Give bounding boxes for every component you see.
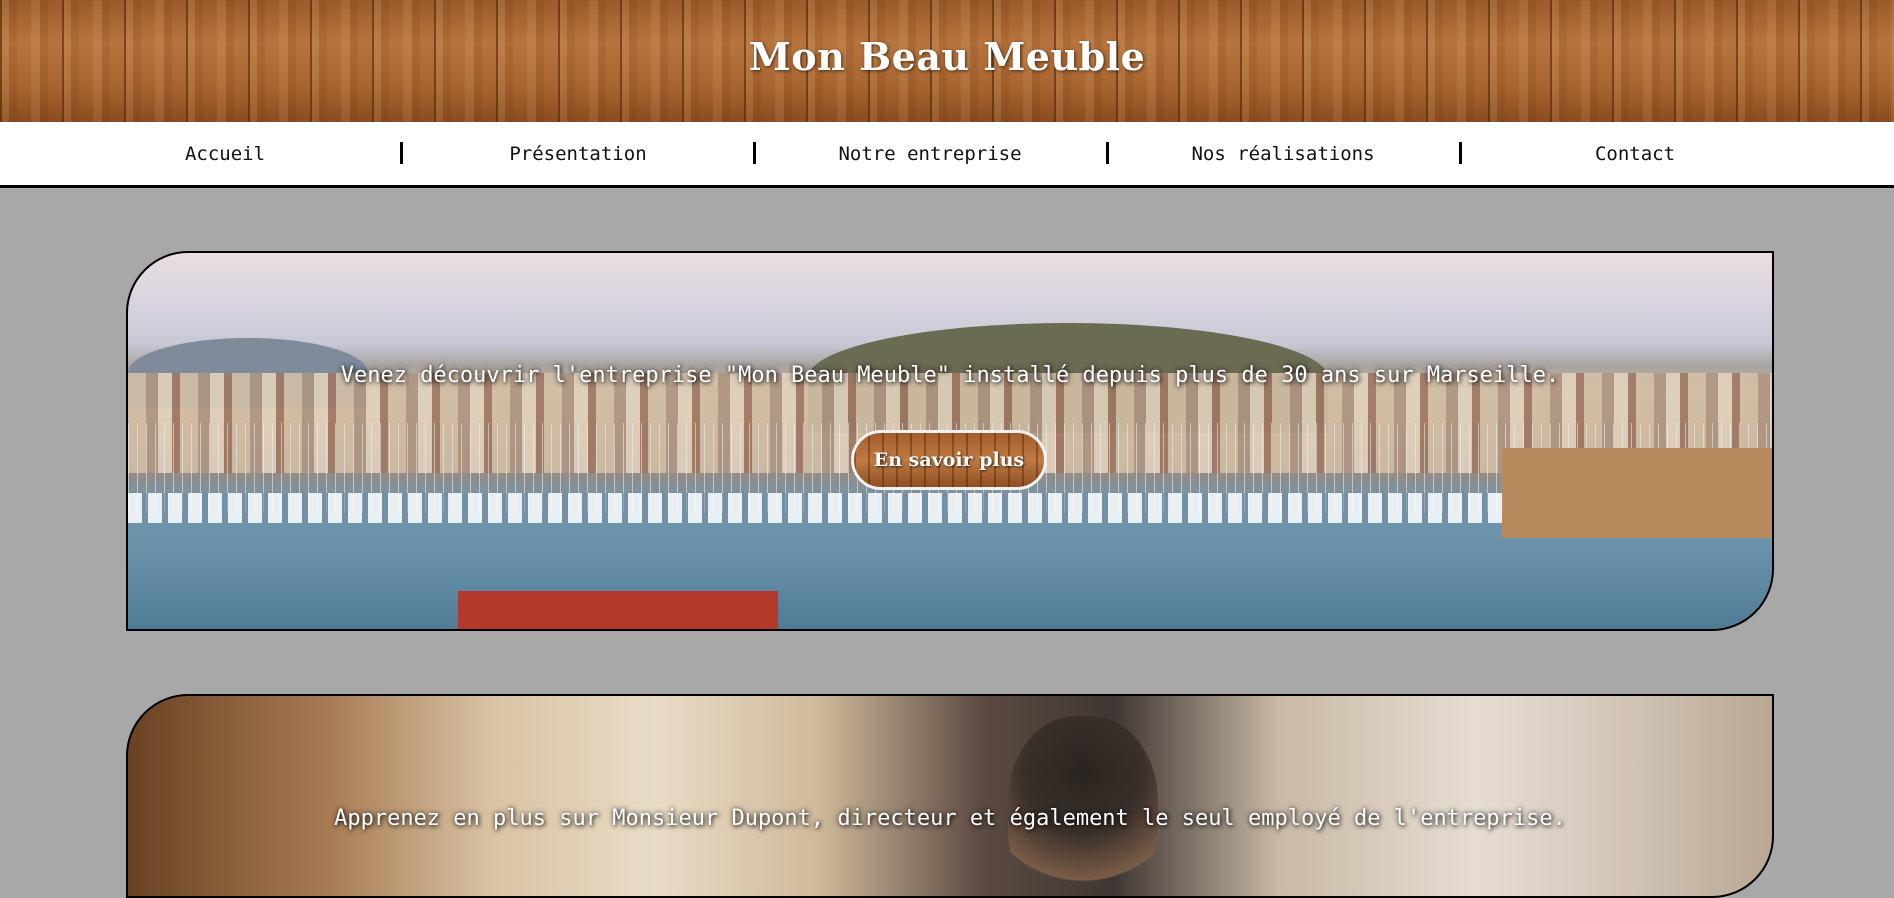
nav-separator	[1106, 142, 1109, 164]
nav-separator	[400, 142, 403, 164]
workshop-banner-text: Apprenez en plus sur Monsieur Dupont, di…	[334, 806, 1566, 831]
nav-item-notre-entreprise[interactable]: Notre entreprise	[830, 122, 1030, 185]
nav-separator	[1459, 142, 1462, 164]
fort-image	[1502, 448, 1772, 538]
site-title: Mon Beau Meuble	[748, 34, 1146, 79]
banner-workshop: Apprenez en plus sur Monsieur Dupont, di…	[126, 694, 1774, 898]
nav-item-accueil[interactable]: Accueil	[125, 122, 325, 185]
site-header: Mon Beau Meuble	[0, 0, 1894, 122]
nav-item-presentation[interactable]: Présentation	[478, 122, 678, 185]
red-roof-image	[458, 591, 778, 629]
nav-item-contact[interactable]: Contact	[1535, 122, 1735, 185]
main-nav: Accueil Présentation Notre entreprise No…	[0, 122, 1894, 188]
hero-banner-text: Venez découvrir l'entreprise "Mon Beau M…	[340, 363, 1560, 388]
nav-separator	[753, 142, 756, 164]
nav-item-nos-realisations[interactable]: Nos réalisations	[1183, 122, 1383, 185]
hero-banner-marseille: Venez découvrir l'entreprise "Mon Beau M…	[126, 251, 1774, 631]
learn-more-button[interactable]: En savoir plus	[851, 430, 1047, 490]
